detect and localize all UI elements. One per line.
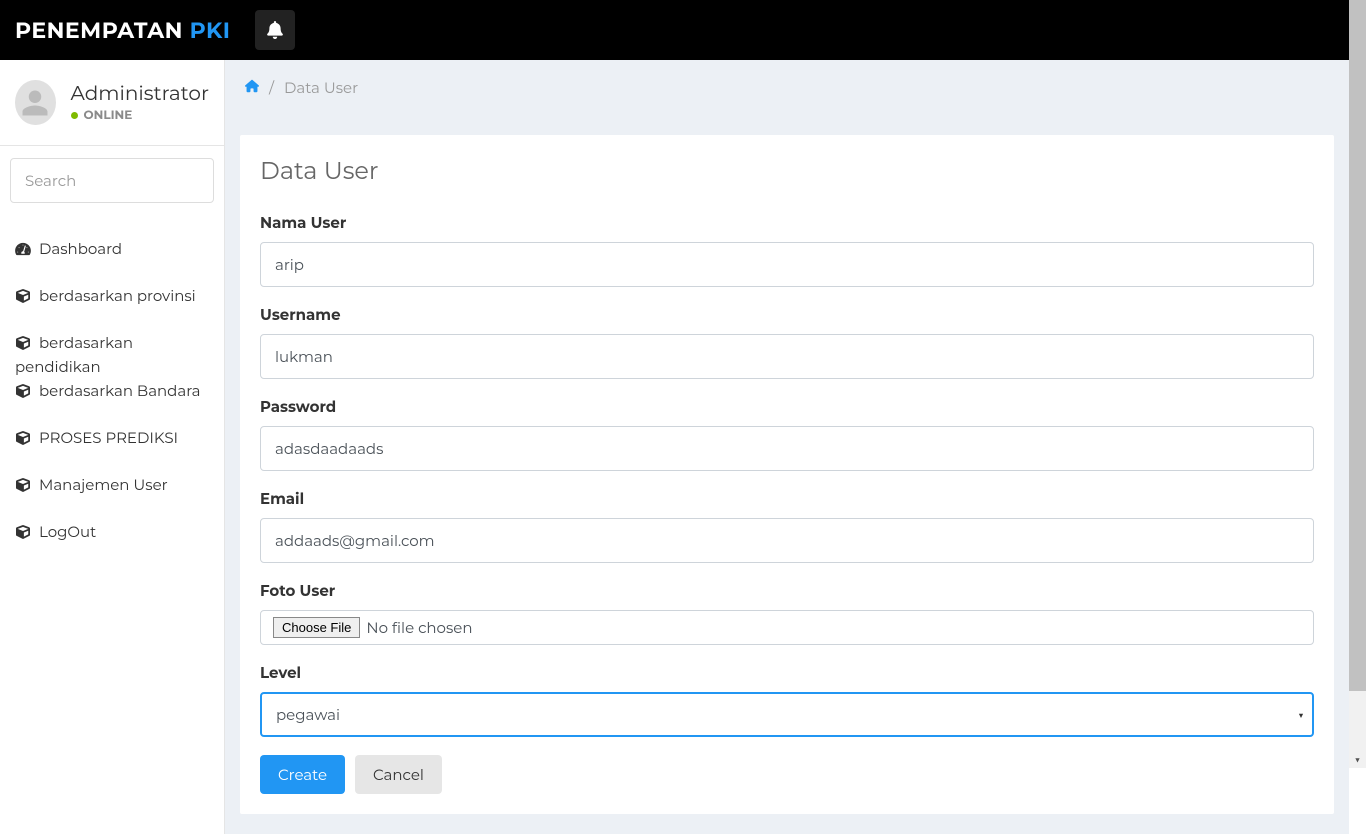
brand-sub: PKI bbox=[190, 17, 231, 44]
notification-button[interactable] bbox=[255, 10, 295, 50]
email-label: Email bbox=[260, 489, 1314, 508]
password-label: Password bbox=[260, 397, 1314, 416]
sidebar-item-prediksi[interactable]: PROSES PREDIKSI bbox=[0, 414, 224, 461]
status-text: ONLINE bbox=[84, 108, 133, 123]
cancel-button[interactable]: Cancel bbox=[355, 755, 442, 794]
scrollbar[interactable]: ▲ ▼ bbox=[1349, 0, 1366, 768]
user-name: Administrator bbox=[71, 82, 210, 106]
email-input[interactable] bbox=[260, 518, 1314, 563]
nav: Dashboard berdasarkan provinsi berdasark… bbox=[0, 215, 224, 565]
sidebar-item-label: berdasarkan provinsi bbox=[39, 286, 196, 305]
cube-icon bbox=[15, 525, 31, 539]
foto-file-input[interactable]: Choose File No file chosen bbox=[260, 610, 1314, 645]
scroll-down-arrow[interactable]: ▼ bbox=[1349, 751, 1366, 768]
avatar bbox=[15, 80, 56, 125]
breadcrumb-current: Data User bbox=[284, 78, 358, 97]
username-label: Username bbox=[260, 305, 1314, 324]
header: PENEMPATAN PKI bbox=[0, 0, 1349, 60]
sidebar-item-manajemen-user[interactable]: Manajemen User bbox=[0, 461, 224, 508]
create-button[interactable]: Create bbox=[260, 755, 345, 794]
cube-icon bbox=[15, 289, 31, 303]
search-input[interactable] bbox=[10, 158, 214, 203]
sidebar-item-provinsi[interactable]: berdasarkan provinsi bbox=[0, 272, 224, 319]
sidebar: Administrator ONLINE Dashboard berdasark… bbox=[0, 60, 225, 834]
level-label: Level bbox=[260, 663, 1314, 682]
brand-main: PENEMPATAN bbox=[15, 17, 190, 44]
sidebar-item-label: LogOut bbox=[39, 522, 96, 541]
sidebar-item-label: Dashboard bbox=[39, 239, 122, 258]
cube-icon bbox=[15, 431, 31, 445]
sidebar-item-label: Manajemen User bbox=[39, 475, 168, 494]
cube-icon bbox=[15, 336, 31, 350]
choose-file-button[interactable]: Choose File bbox=[273, 617, 360, 638]
breadcrumb-separator: / bbox=[269, 78, 274, 97]
home-icon bbox=[245, 79, 259, 93]
user-icon bbox=[20, 88, 50, 118]
sidebar-item-label-cont: pendidikan bbox=[0, 356, 224, 377]
level-select[interactable]: pegawai bbox=[260, 692, 1314, 737]
foto-user-label: Foto User bbox=[260, 581, 1314, 600]
cube-icon bbox=[15, 478, 31, 492]
card: Data User Nama User Username Password bbox=[240, 135, 1334, 814]
sidebar-item-pendidikan[interactable]: berdasarkan pendidikan bbox=[0, 319, 224, 377]
dashboard-icon bbox=[15, 242, 31, 256]
sidebar-item-logout[interactable]: LogOut bbox=[0, 508, 224, 555]
breadcrumb: / Data User bbox=[225, 60, 1349, 115]
file-chosen-text: No file chosen bbox=[366, 618, 472, 637]
scrollbar-thumb[interactable] bbox=[1349, 0, 1366, 691]
sidebar-item-bandara[interactable]: berdasarkan Bandara bbox=[0, 377, 224, 414]
user-info: Administrator ONLINE bbox=[0, 80, 224, 145]
sidebar-item-label: berdasarkan bbox=[39, 333, 133, 352]
breadcrumb-home[interactable] bbox=[245, 78, 259, 97]
nama-user-input[interactable] bbox=[260, 242, 1314, 287]
sidebar-item-label: berdasarkan Bandara bbox=[39, 381, 200, 400]
brand-logo[interactable]: PENEMPATAN PKI bbox=[15, 17, 230, 44]
bell-icon bbox=[267, 21, 283, 39]
user-status: ONLINE bbox=[71, 108, 210, 123]
sidebar-item-dashboard[interactable]: Dashboard bbox=[0, 225, 224, 272]
password-input[interactable] bbox=[260, 426, 1314, 471]
username-input[interactable] bbox=[260, 334, 1314, 379]
main-content: / Data User Data User Nama User Username bbox=[225, 60, 1349, 834]
cube-icon bbox=[15, 384, 31, 398]
page-title: Data User bbox=[240, 135, 1334, 208]
status-dot-icon bbox=[71, 112, 78, 119]
sidebar-item-label: PROSES PREDIKSI bbox=[39, 428, 178, 447]
nama-user-label: Nama User bbox=[260, 213, 1314, 232]
